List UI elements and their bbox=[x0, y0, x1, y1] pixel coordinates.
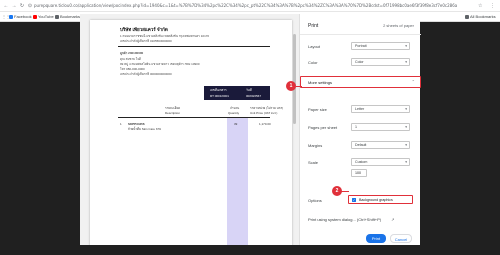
color-select[interactable]: Color ▾ bbox=[351, 58, 410, 66]
row-qty: 39 bbox=[234, 122, 238, 126]
doc-number-value: RT 0001/0001 bbox=[210, 94, 229, 98]
company-name: บริษัท เพียวสแควร์ จำกัด bbox=[120, 27, 168, 32]
site-info-icon[interactable]: ⊙ bbox=[27, 3, 33, 9]
panel-title: Print bbox=[308, 23, 319, 29]
panel-divider bbox=[300, 34, 421, 35]
annotation-arrow bbox=[341, 191, 349, 192]
options-label: Options bbox=[308, 198, 322, 203]
star-icon[interactable]: ☆ bbox=[478, 3, 482, 9]
sheet-count: 2 sheets of paper bbox=[383, 23, 414, 28]
bookmark-folder[interactable]: Bookmarks bbox=[55, 14, 80, 20]
chevron-down-icon: ▾ bbox=[405, 143, 407, 147]
scale-select[interactable]: Custom ▾ bbox=[351, 158, 410, 166]
quantity-column-highlight bbox=[227, 118, 248, 245]
chevron-down-icon: ▾ bbox=[405, 125, 407, 129]
chevron-down-icon: ▾ bbox=[405, 44, 407, 48]
bookmark-youtube[interactable]: YouTube bbox=[33, 14, 54, 20]
facebook-icon bbox=[9, 14, 13, 19]
row-price: 1,170.00 bbox=[259, 122, 271, 126]
color-label: Color bbox=[308, 60, 318, 65]
back-icon[interactable]: ← bbox=[3, 3, 9, 9]
reload-icon[interactable]: ↻ bbox=[19, 3, 25, 9]
background-graphics-option[interactable]: ✓ Background graphics bbox=[348, 195, 413, 204]
margins-label: Margins bbox=[308, 143, 323, 148]
doc-date-label: วันที่ bbox=[246, 88, 252, 92]
annotation-badge-1: 1 bbox=[286, 81, 296, 91]
chevron-down-icon: ▾ bbox=[405, 160, 407, 164]
company-tax-id: เลขประจำตัวผู้เสียภาษี 0105563000000 bbox=[120, 39, 172, 43]
annotation-arrow bbox=[296, 86, 302, 87]
layout-label: Layout bbox=[308, 44, 321, 49]
row-index: 1 bbox=[120, 122, 122, 126]
col-description-en: Description bbox=[165, 111, 181, 115]
col-price-en: Unit Price (VAT incl.) bbox=[250, 111, 278, 115]
preview-page: บริษัท เพียวสแควร์ จำกัด 1 ถนนบรมราชชนนี… bbox=[90, 20, 292, 245]
paper-size-label: Paper size bbox=[308, 107, 327, 112]
folder-icon bbox=[465, 14, 469, 19]
header-divider bbox=[118, 46, 270, 47]
checkbox-checked-icon[interactable]: ✓ bbox=[352, 197, 356, 202]
layout-select[interactable]: Portrait ▾ bbox=[351, 42, 410, 50]
customer-code: ลูกค้า 230100000 bbox=[120, 51, 144, 55]
row-item-code: SKPP34456 bbox=[128, 122, 145, 126]
annotation-badge-2: 2 bbox=[332, 186, 342, 196]
chevron-down-icon: ▾ bbox=[405, 107, 407, 111]
scale-label: Scale bbox=[308, 160, 319, 165]
chevron-up-icon: ⌃ bbox=[411, 79, 415, 84]
system-dialog-link[interactable]: Print using system dialog... (Ctrl+Shift… bbox=[308, 217, 395, 222]
customer-line: เลขประจำตัวผู้เสียภาษี 0000000000000 bbox=[120, 72, 172, 76]
folder-icon bbox=[55, 14, 59, 19]
preview-scrollbar[interactable] bbox=[293, 34, 296, 124]
scale-input[interactable]: 100 bbox=[351, 169, 367, 177]
cancel-button[interactable]: Cancel bbox=[390, 234, 412, 243]
forward-icon[interactable]: → bbox=[11, 3, 17, 9]
print-button[interactable]: Print bbox=[366, 234, 386, 243]
col-qty-en: Quantity bbox=[228, 111, 240, 115]
address-field[interactable]: purepquare.ticlou0.co/application/view/p… bbox=[34, 2, 474, 10]
url-bar: ← → ↻ ⊙ purepquare.ticlou0.co/applicatio… bbox=[0, 0, 500, 12]
external-link-icon: ↗ bbox=[391, 217, 395, 222]
more-settings-toggle[interactable]: More settings ⌃ bbox=[300, 76, 421, 88]
doc-number-label: เลขที่เอกสาร bbox=[210, 88, 227, 92]
chevron-down-icon: ▾ bbox=[405, 60, 407, 64]
print-preview: บริษัท เพียวสแควร์ จำกัด 1 ถนนบรมราชชนนี… bbox=[80, 14, 299, 245]
kebab-menu-icon[interactable]: ⋮ bbox=[490, 3, 495, 9]
document-info-box: เลขที่เอกสาร วันที่ RT 0001/0001 00/00/2… bbox=[204, 86, 270, 100]
paper-size-select[interactable]: Letter ▾ bbox=[351, 105, 410, 113]
pages-per-sheet-select[interactable]: 1 ▾ bbox=[351, 123, 410, 131]
margins-select[interactable]: Default ▾ bbox=[351, 141, 410, 149]
all-bookmarks[interactable]: All Bookmarks bbox=[465, 14, 496, 20]
bookmark-facebook[interactable]: Facebook bbox=[9, 14, 32, 20]
doc-date-value: 00/00/2567 bbox=[246, 94, 262, 98]
pages-per-sheet-label: Pages per sheet bbox=[308, 125, 338, 130]
print-settings-panel: Print 2 sheets of paper Layout Portrait ▾… bbox=[299, 14, 421, 245]
youtube-icon bbox=[33, 14, 37, 19]
row-item-desc: ถ้วยน้ำดื่ม Skin Care ลาย bbox=[128, 127, 162, 131]
